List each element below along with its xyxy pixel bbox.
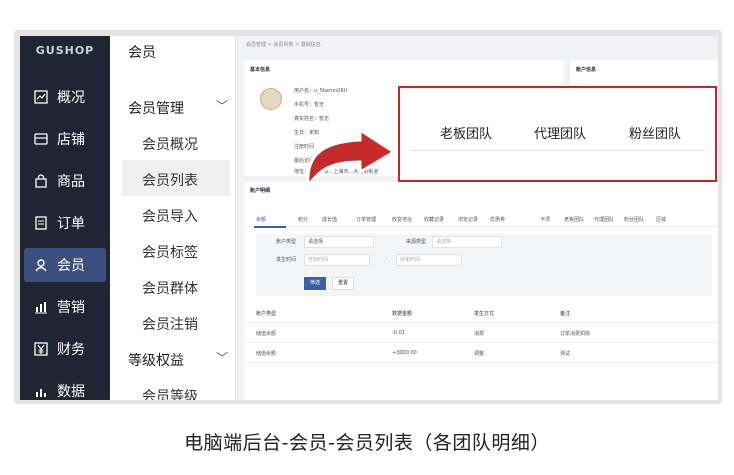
nav-item-products[interactable]: 商品 — [24, 164, 106, 198]
detail-tab[interactable]: 积分 — [298, 216, 308, 223]
subnav-title: 会员 — [128, 45, 156, 61]
tab-boss-team[interactable]: 老板团队 — [440, 123, 492, 142]
filter-source-label: 来源类型 — [406, 239, 427, 245]
filter-type-label: 账户类型 — [276, 239, 297, 245]
document-icon — [33, 215, 49, 231]
table-cell: +3000.00 — [392, 350, 417, 356]
store-icon — [33, 131, 49, 147]
figure-caption: 电脑端后台-会员-会员列表（各团队明细） — [184, 432, 550, 454]
start-time-input[interactable]: 开始时间 — [304, 254, 370, 266]
table-header-cell: 账户类型 — [256, 311, 277, 317]
team-tabs-callout: 老板团队 代理团队 粉丝团队 — [398, 86, 717, 182]
callout-divider — [410, 150, 705, 151]
table-cell: -0.01 — [392, 330, 405, 336]
nav-item-label: 数据 — [57, 384, 85, 400]
chevron-down-icon: ﹀ — [215, 351, 228, 365]
main-nav: GUSHOP 概况 店铺 商品 订单 会员 营销 财务 数据 — [20, 36, 110, 400]
chart-icon — [33, 89, 49, 105]
filter-button[interactable]: 筛选 — [304, 277, 326, 290]
tabs-divider — [244, 226, 718, 227]
user-icon — [33, 257, 49, 273]
avatar — [260, 88, 282, 110]
subnav-item-levels[interactable]: 会员等级 — [142, 386, 198, 400]
bar-chart-icon — [33, 299, 49, 315]
detail-tab[interactable]: 成长值 — [322, 216, 337, 223]
subnav-item-groups[interactable]: 会员群体 — [142, 278, 198, 298]
nav-item-label: 营销 — [57, 300, 85, 316]
arrow-shape — [306, 127, 397, 190]
nav-item-label: 会员 — [57, 258, 85, 274]
nav-item-orders[interactable]: 订单 — [24, 206, 106, 240]
nav-item-label: 财务 — [57, 342, 85, 358]
account-detail-card: 账户明细 余额 积分 成长值 订单管理 收货地址 收藏记录 浏览记录 优惠券 卡项 老板团队 代理团… — [244, 182, 718, 400]
basic-info-title: 基本信息 — [250, 67, 271, 73]
table-cell: 订单消费扣除 — [560, 331, 591, 337]
nav-item-members[interactable]: 会员 — [24, 248, 106, 282]
reset-button[interactable]: 重置 — [332, 277, 354, 290]
nav-item-marketing[interactable]: 营销 — [24, 290, 106, 324]
subnav-item-import[interactable]: 会员导入 — [142, 206, 198, 226]
table-header-divider — [244, 322, 718, 323]
subnav-item-tags[interactable]: 会员标签 — [142, 242, 198, 262]
subnav-group-member-management[interactable]: 会员管理 ﹀ — [128, 98, 232, 118]
detail-tab[interactable]: 余额 — [256, 216, 266, 223]
member-subnav: 会员 会员管理 ﹀ 会员概况 会员列表 会员导入 会员标签 会员群体 会员注销 … — [110, 36, 236, 400]
tab-agent-team[interactable]: 代理团队 — [534, 123, 586, 142]
account-detail-title: 账户明细 — [250, 188, 271, 194]
nav-item-overview[interactable]: 概况 — [24, 80, 106, 114]
table-cell: 储值余额 — [256, 351, 277, 357]
detail-tab[interactable]: 优惠券 — [490, 216, 505, 223]
breadcrumb: 会员管理 > 会员列表 > 基础信息 — [246, 42, 321, 48]
subnav-group-label: 会员管理 — [128, 101, 184, 117]
nav-item-finance[interactable]: 财务 — [24, 332, 106, 366]
detail-tab[interactable]: 代理团队 — [594, 216, 614, 223]
account-info-title: 账户信息 — [576, 67, 597, 73]
table-header-cell: 数据金额 — [392, 311, 413, 317]
chevron-down-icon: ﹀ — [215, 99, 228, 113]
account-type-select[interactable]: 请选择 — [304, 236, 374, 248]
subnav-group-level-benefits[interactable]: 等级权益 ﹀ — [128, 350, 232, 370]
subnav-item-member-list[interactable]: 会员列表 — [142, 170, 198, 190]
subnav-item-overview[interactable]: 会员概况 — [142, 134, 198, 154]
filter-panel: 账户类型 请选择 来源类型 请选择 发生时间 开始时间 - 结束时间 筛选 重置 — [256, 234, 712, 296]
date-range-separator: - — [386, 256, 388, 262]
detail-tab[interactable]: 订单管理 — [356, 216, 376, 223]
nav-item-store[interactable]: 店铺 — [24, 122, 106, 156]
detail-tab[interactable]: 浏览记录 — [458, 216, 478, 223]
table-cell: 调整 — [474, 351, 485, 357]
detail-tab[interactable]: 老板团队 — [564, 216, 584, 223]
stats-icon — [33, 383, 49, 399]
detail-tab[interactable]: 收藏记录 — [424, 216, 444, 223]
brand-logo: GUSHOP — [35, 44, 95, 57]
nav-item-label: 订单 — [57, 216, 85, 232]
table-row-divider — [244, 362, 718, 363]
bag-icon — [33, 173, 49, 189]
table-cell: 消费 — [474, 331, 485, 337]
detail-tab[interactable]: 卡项 — [540, 216, 550, 223]
yen-icon — [33, 341, 49, 357]
subnav-group-label: 等级权益 — [128, 353, 184, 369]
filter-time-label: 发生时间 — [276, 257, 297, 263]
pointer-arrow-icon — [306, 127, 397, 190]
table-cell: 储值余额 — [256, 331, 277, 337]
subnav-item-cancel[interactable]: 会员注销 — [142, 314, 198, 334]
table-row-divider — [244, 342, 718, 343]
detail-tab[interactable]: 粉丝团队 — [624, 216, 644, 223]
detail-tab[interactable]: 区域 — [656, 216, 666, 223]
table-header-cell: 发生方式 — [474, 311, 495, 317]
nav-item-label: 商品 — [57, 174, 85, 190]
active-tab-indicator — [254, 226, 286, 228]
tab-fans-team[interactable]: 粉丝团队 — [629, 123, 681, 142]
nav-item-label: 概况 — [57, 90, 85, 106]
end-time-input[interactable]: 结束时间 — [396, 254, 462, 266]
info-username: 用户名：u_5bemn0RU — [294, 88, 348, 94]
table-header-cell: 备注 — [560, 311, 571, 317]
nav-item-label: 店铺 — [57, 132, 85, 148]
source-type-select[interactable]: 请选择 — [432, 236, 502, 248]
nav-item-data[interactable]: 数据 — [24, 374, 106, 400]
detail-tab[interactable]: 收货地址 — [392, 216, 412, 223]
table-cell: 测试 — [560, 351, 571, 357]
